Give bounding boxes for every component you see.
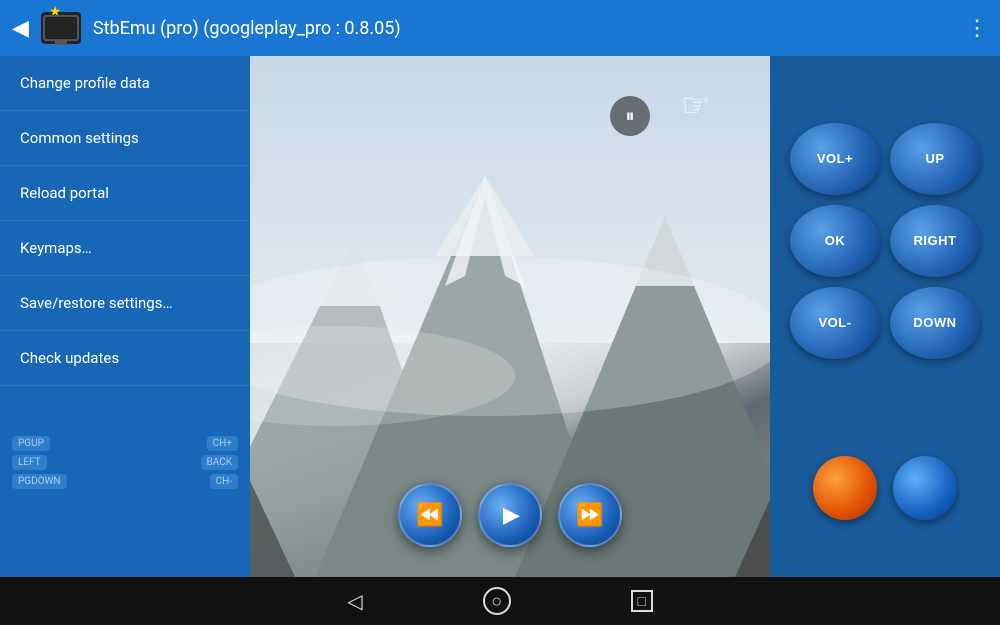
keymap-row-3: PGDOWN CH- xyxy=(12,474,238,489)
back-button[interactable]: ◀ xyxy=(12,16,29,41)
menu-button[interactable]: ⋮ xyxy=(966,16,988,41)
tv-icon xyxy=(43,15,79,41)
up-button[interactable]: UP xyxy=(890,123,980,195)
sidebar-item-common-settings[interactable]: Common settings xyxy=(0,111,250,166)
sidebar-item-keymaps[interactable]: Keymaps… xyxy=(0,221,250,276)
orange-button[interactable] xyxy=(813,456,877,520)
color-buttons xyxy=(813,456,957,520)
play-button[interactable]: ▶ xyxy=(478,483,542,547)
video-background: ⏸ ☞ ⏪ ▶ ⏩ xyxy=(250,56,770,577)
ok-button[interactable]: OK xyxy=(790,205,880,277)
right-panel: VOL+ UP OK RIGHT VOL- DOWN xyxy=(770,56,1000,577)
back-nav-button[interactable]: ◁ xyxy=(347,589,362,613)
fast-forward-button[interactable]: ⏩ xyxy=(558,483,622,547)
sidebar-item-save-restore[interactable]: Save/restore settings… xyxy=(0,276,250,331)
right-button[interactable]: RIGHT xyxy=(890,205,980,277)
keymap-hints: PGUP CH+ LEFT BACK PGDOWN CH- xyxy=(0,428,250,497)
keymap-chminus: CH- xyxy=(210,474,238,489)
main-content: Change profile data Common settings Relo… xyxy=(0,56,1000,577)
rewind-icon: ⏪ xyxy=(416,503,443,528)
keymap-left: LEFT xyxy=(12,455,47,470)
sidebar: Change profile data Common settings Relo… xyxy=(0,56,250,577)
vol-plus-button[interactable]: VOL+ xyxy=(790,123,880,195)
home-nav-button[interactable]: ○ xyxy=(483,587,511,615)
down-button[interactable]: DOWN xyxy=(890,287,980,359)
rewind-button[interactable]: ⏪ xyxy=(398,483,462,547)
app-icon xyxy=(41,12,81,44)
sidebar-item-check-updates[interactable]: Check updates xyxy=(0,331,250,386)
recents-nav-button[interactable]: □ xyxy=(631,590,653,612)
sidebar-item-change-profile[interactable]: Change profile data xyxy=(0,56,250,111)
app-title: StbEmu (pro) (googleplay_pro : 0.8.05) xyxy=(93,18,966,39)
blue-button[interactable] xyxy=(893,456,957,520)
keymap-pgup: PGUP xyxy=(12,436,50,451)
keymap-row-1: PGUP CH+ xyxy=(12,436,238,451)
keymap-pgdown: PGDOWN xyxy=(12,474,67,489)
playback-controls: ⏪ ▶ ⏩ xyxy=(398,483,622,547)
pause-icon: ⏸ xyxy=(626,106,635,127)
top-bar: ◀ StbEmu (pro) (googleplay_pro : 0.8.05)… xyxy=(0,0,1000,56)
bottom-nav: ◁ ○ □ xyxy=(0,577,1000,625)
keymap-chplus: CH+ xyxy=(207,436,238,451)
pause-button[interactable]: ⏸ xyxy=(610,96,650,136)
play-icon: ▶ xyxy=(503,503,520,528)
fast-forward-icon: ⏩ xyxy=(576,503,603,528)
video-area: ⏸ ☞ ⏪ ▶ ⏩ xyxy=(250,56,770,577)
keymap-back: BACK xyxy=(201,455,238,470)
vol-minus-button[interactable]: VOL- xyxy=(790,287,880,359)
sidebar-item-reload-portal[interactable]: Reload portal xyxy=(0,166,250,221)
keymap-row-2: LEFT BACK xyxy=(12,455,238,470)
dpad-grid: VOL+ UP OK RIGHT VOL- DOWN xyxy=(780,123,990,359)
